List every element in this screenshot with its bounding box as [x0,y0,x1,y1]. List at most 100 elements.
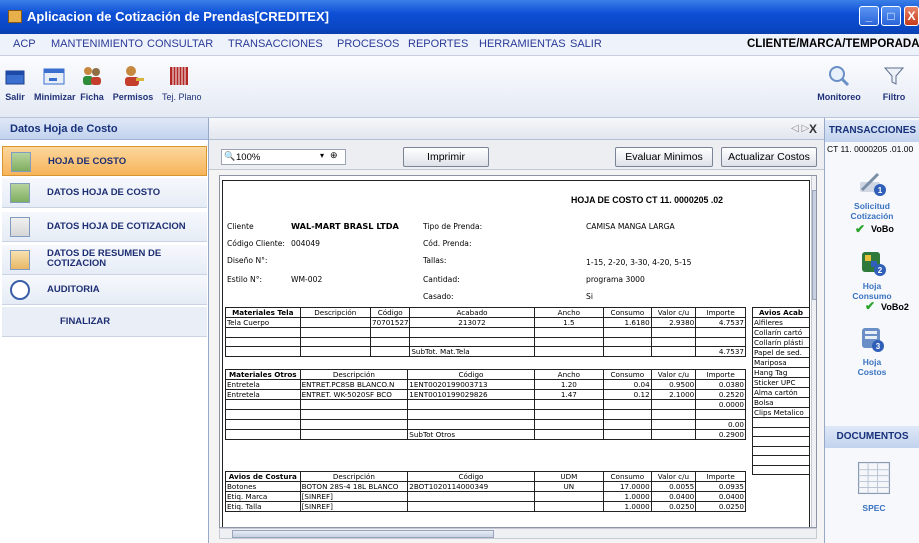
table-row: Papel de sed. [752,347,810,358]
cost-sheet-icon: 3 [862,328,884,352]
menu-reportes[interactable]: REPORTES [408,38,468,50]
sheet-icon [11,152,31,172]
tej-plano-button[interactable]: Tej. Plano [162,64,202,102]
zoom-select[interactable]: 🔍 100% ▾ ⊕ [221,149,346,165]
table-row: Alfileres [752,317,810,328]
table-row: Bolsa [752,397,810,408]
table-row [225,409,746,420]
nav-label: FINALIZAR [60,316,111,327]
nav-item-auditoria[interactable]: AUDITORIA [2,275,207,305]
maximize-window-button[interactable]: □ [881,6,901,26]
menu-procesos[interactable]: PROCESOS [337,38,399,50]
column-header: Importe [695,471,746,482]
minimize-button[interactable]: Minimizar [34,64,76,102]
exit-button[interactable]: Salir [2,64,28,102]
update-costs-button[interactable]: Actualizar Costos [721,147,817,167]
hoja-costos-item[interactable]: 3 Hoja Costos [837,324,907,377]
scroll-thumb[interactable] [232,530,494,538]
nav-item-datos-hoja-de-costo[interactable]: DATOS HOJA DE COSTO [2,178,207,208]
item-label-2: Cotización [850,211,894,221]
column-header: Materiales Otros [225,369,301,380]
table-cell: Mariposa [752,357,810,368]
zoom-in-icon[interactable]: ⊕ [330,150,338,161]
table-cell: 1ENT0010199029826 [407,389,535,400]
table-cell: Alma cartón [752,387,810,398]
table-row: Clips Metalico [752,407,810,418]
column-header: Código [407,369,535,380]
table-cell: ENTRET.PC8SB BLANCO.N [299,379,409,390]
table-cell: Papel de sed. [752,347,810,358]
spec-document-item[interactable]: SPEC [850,456,898,513]
funnel-icon [883,67,905,85]
field-value: 1-15, 2-20, 3-30, 4-20, 5-15 [586,258,692,267]
report-viewer[interactable]: HOJA DE COSTO CT 11. 0000205 .02 Cliente… [219,175,817,528]
scroll-thumb[interactable] [812,190,816,300]
column-header: Consumo [603,369,652,380]
close-tab-button[interactable]: X [809,122,817,136]
field-value: programa 3000 [586,275,645,284]
table-cell: 213072 [409,317,535,328]
transaction-code: CT 11. 0000205 .01.00 [827,144,914,154]
monitoreo-button[interactable]: Monitoreo [814,64,864,102]
table-row: Botones BOTON 28S-4 18L BLANCO 2BOT10201… [225,481,746,492]
nav-item-datos-resumen-cotizacion[interactable]: DATOS DE RESUMEN DE COTIZACION [2,245,207,275]
column-header: Código [407,471,535,482]
nav-item-datos-hoja-de-cotizacion[interactable]: DATOS HOJA DE COTIZACION [2,212,207,242]
menu-consultar[interactable]: CONSULTAR [147,38,213,50]
table-cell [533,501,605,512]
nav-label: DATOS HOJA DE COSTO [47,187,161,198]
table-cell: [SINREF] [299,491,409,502]
table-row [752,464,810,475]
menu-mantenimiento[interactable]: MANTENIMIENTO [51,38,143,50]
permisos-button[interactable]: Permisos [111,64,155,102]
table-cell: 17.0000 [603,481,652,492]
table-cell: Clips Metalico [752,407,810,418]
badge-3: 3 [876,342,881,351]
close-window-button[interactable]: X [904,6,919,26]
field-label: Casado: [423,292,454,301]
table-cell: 0.0250 [650,501,697,512]
magnifier-icon [829,66,850,87]
table-cell: 0.0935 [695,481,746,492]
menu-bar: ACP MANTENIMIENTO CONSULTAR TRANSACCIONE… [0,34,919,56]
menu-transacciones[interactable]: TRANSACCIONES [228,38,323,50]
table-cell: Hang Tag [752,367,810,378]
badge-1: 1 [878,186,883,195]
horizontal-scrollbar[interactable] [219,528,817,539]
hoja-consumo-item[interactable]: 2 Hoja Consumo [837,248,907,301]
table-cell: 0.00 [695,418,746,430]
nav-label: HOJA DE COSTO [48,156,127,167]
field-label: Tallas: [423,256,447,265]
table-cell: 2BOT1020114000349 [407,481,535,492]
table-cell: Sticker UPC [752,377,810,388]
tab-nav-arrows[interactable]: ◁ ▷ [791,123,809,134]
table-cell: ENTRET. WK-5020SF BCO [299,389,409,400]
solicitud-cotizacion-item[interactable]: 1 Solicitud Cotización [837,168,907,221]
table-cell: Collarín cartó [752,327,810,338]
menu-acp[interactable]: ACP [13,38,36,50]
column-header: Ancho [533,369,605,380]
table-cell: 0.2520 [695,389,746,400]
minimize-window-button[interactable]: _ [859,6,879,26]
zoom-icon: 🔍 [224,151,236,161]
ficha-button[interactable]: Ficha [79,64,105,102]
menu-salir[interactable]: SALIR [570,38,602,50]
table-row: 0.00 [225,418,746,430]
evaluate-minimums-button[interactable]: Evaluar Minimos [615,147,713,167]
vertical-scrollbar[interactable] [811,176,816,527]
table-cell: 1.0000 [603,491,652,502]
sheet-icon [10,183,30,203]
column-header: Consumo [603,471,652,482]
column-header: Importe [695,307,746,318]
table-cell: Entretela [225,389,301,400]
table-row: Entretela ENTRET.PC8SB BLANCO.N 1ENT0020… [225,379,746,390]
menu-herramientas[interactable]: HERRAMIENTAS [479,38,566,50]
nav-item-hoja-de-costo[interactable]: HOJA DE COSTO [2,146,207,176]
column-header: Avios Acab [752,307,810,318]
print-button[interactable]: Imprimir [403,147,489,167]
filtro-button[interactable]: Filtro [876,64,912,102]
nav-item-finalizar[interactable]: FINALIZAR [2,307,207,337]
column-header: Descripción [299,471,409,482]
field-value: CAMISA MANGA LARGA [586,222,675,231]
table-cell: 1.5 [533,317,605,328]
